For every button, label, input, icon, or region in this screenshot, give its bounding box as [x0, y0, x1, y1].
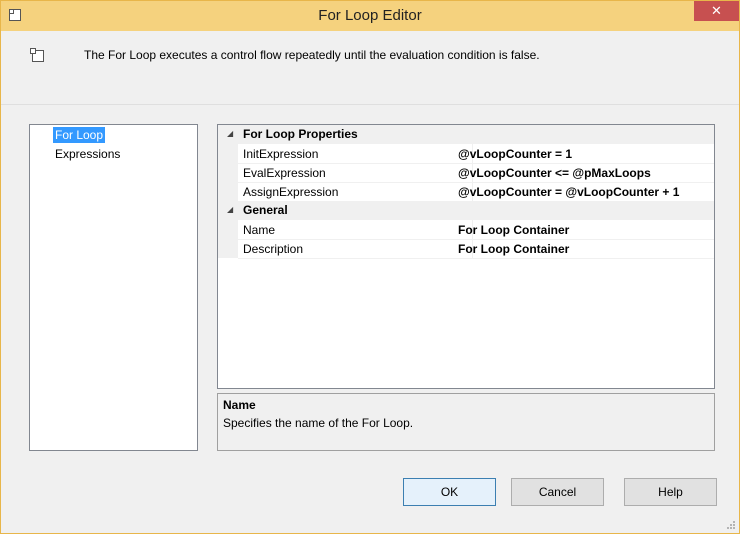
grid-gutter	[218, 125, 238, 258]
property-name: AssignExpression	[243, 185, 339, 199]
property-name: InitExpression	[243, 147, 319, 161]
help-description: Specifies the name of the For Loop.	[223, 416, 414, 430]
collapse-arrow-icon[interactable]: ◢	[227, 205, 233, 214]
property-value[interactable]: For Loop Container	[458, 242, 569, 256]
property-value[interactable]: For Loop Container	[458, 223, 569, 237]
category-row-for-loop-properties[interactable]: ◢ For Loop Properties	[218, 125, 714, 144]
category-row-general[interactable]: ◢ General	[218, 201, 714, 220]
property-grid: ◢ For Loop Properties InitExpression @vL…	[217, 124, 715, 389]
help-title: Name	[223, 398, 256, 412]
window-title: For Loop Editor	[318, 7, 422, 24]
property-row-assignexpression[interactable]: AssignExpression @vLoopCounter = @vLoopC…	[238, 182, 714, 202]
category-label: For Loop Properties	[243, 127, 358, 141]
header-description: The For Loop executes a control flow rep…	[84, 48, 540, 62]
for-loop-icon	[30, 48, 44, 62]
property-help-pane: Name Specifies the name of the For Loop.	[217, 393, 715, 451]
for-loop-editor-window: For Loop Editor ✕ The For Loop executes …	[0, 0, 740, 534]
property-row-description[interactable]: Description For Loop Container	[238, 239, 714, 259]
collapse-arrow-icon[interactable]: ◢	[227, 129, 233, 138]
property-row-evalexpression[interactable]: EvalExpression @vLoopCounter <= @pMaxLoo…	[238, 163, 714, 183]
editor-header: The For Loop executes a control flow rep…	[1, 31, 739, 105]
property-name: Name	[243, 223, 276, 237]
property-value[interactable]: @vLoopCounter = 1	[458, 147, 572, 161]
property-value[interactable]: @vLoopCounter <= @pMaxLoops	[458, 166, 651, 180]
nav-item-expressions[interactable]: Expressions	[53, 146, 122, 162]
close-button[interactable]: ✕	[694, 1, 739, 21]
resize-grip-icon[interactable]	[726, 520, 736, 530]
property-row-initexpression[interactable]: InitExpression @vLoopCounter = 1	[238, 144, 714, 164]
header-divider	[1, 104, 739, 105]
category-label: General	[243, 203, 288, 217]
help-button[interactable]: Help	[624, 478, 717, 506]
nav-item-for-loop[interactable]: For Loop	[53, 127, 106, 143]
cancel-button[interactable]: Cancel	[511, 478, 604, 506]
property-row-name[interactable]: Name For Loop Container	[238, 220, 714, 240]
property-name: Description	[243, 242, 304, 256]
property-value[interactable]: @vLoopCounter = @vLoopCounter + 1	[458, 185, 679, 199]
title-bar[interactable]: For Loop Editor ✕	[1, 1, 739, 31]
property-name: EvalExpression	[243, 166, 326, 180]
ok-button[interactable]: OK	[403, 478, 496, 506]
nav-pane: For Loop Expressions	[29, 124, 198, 451]
